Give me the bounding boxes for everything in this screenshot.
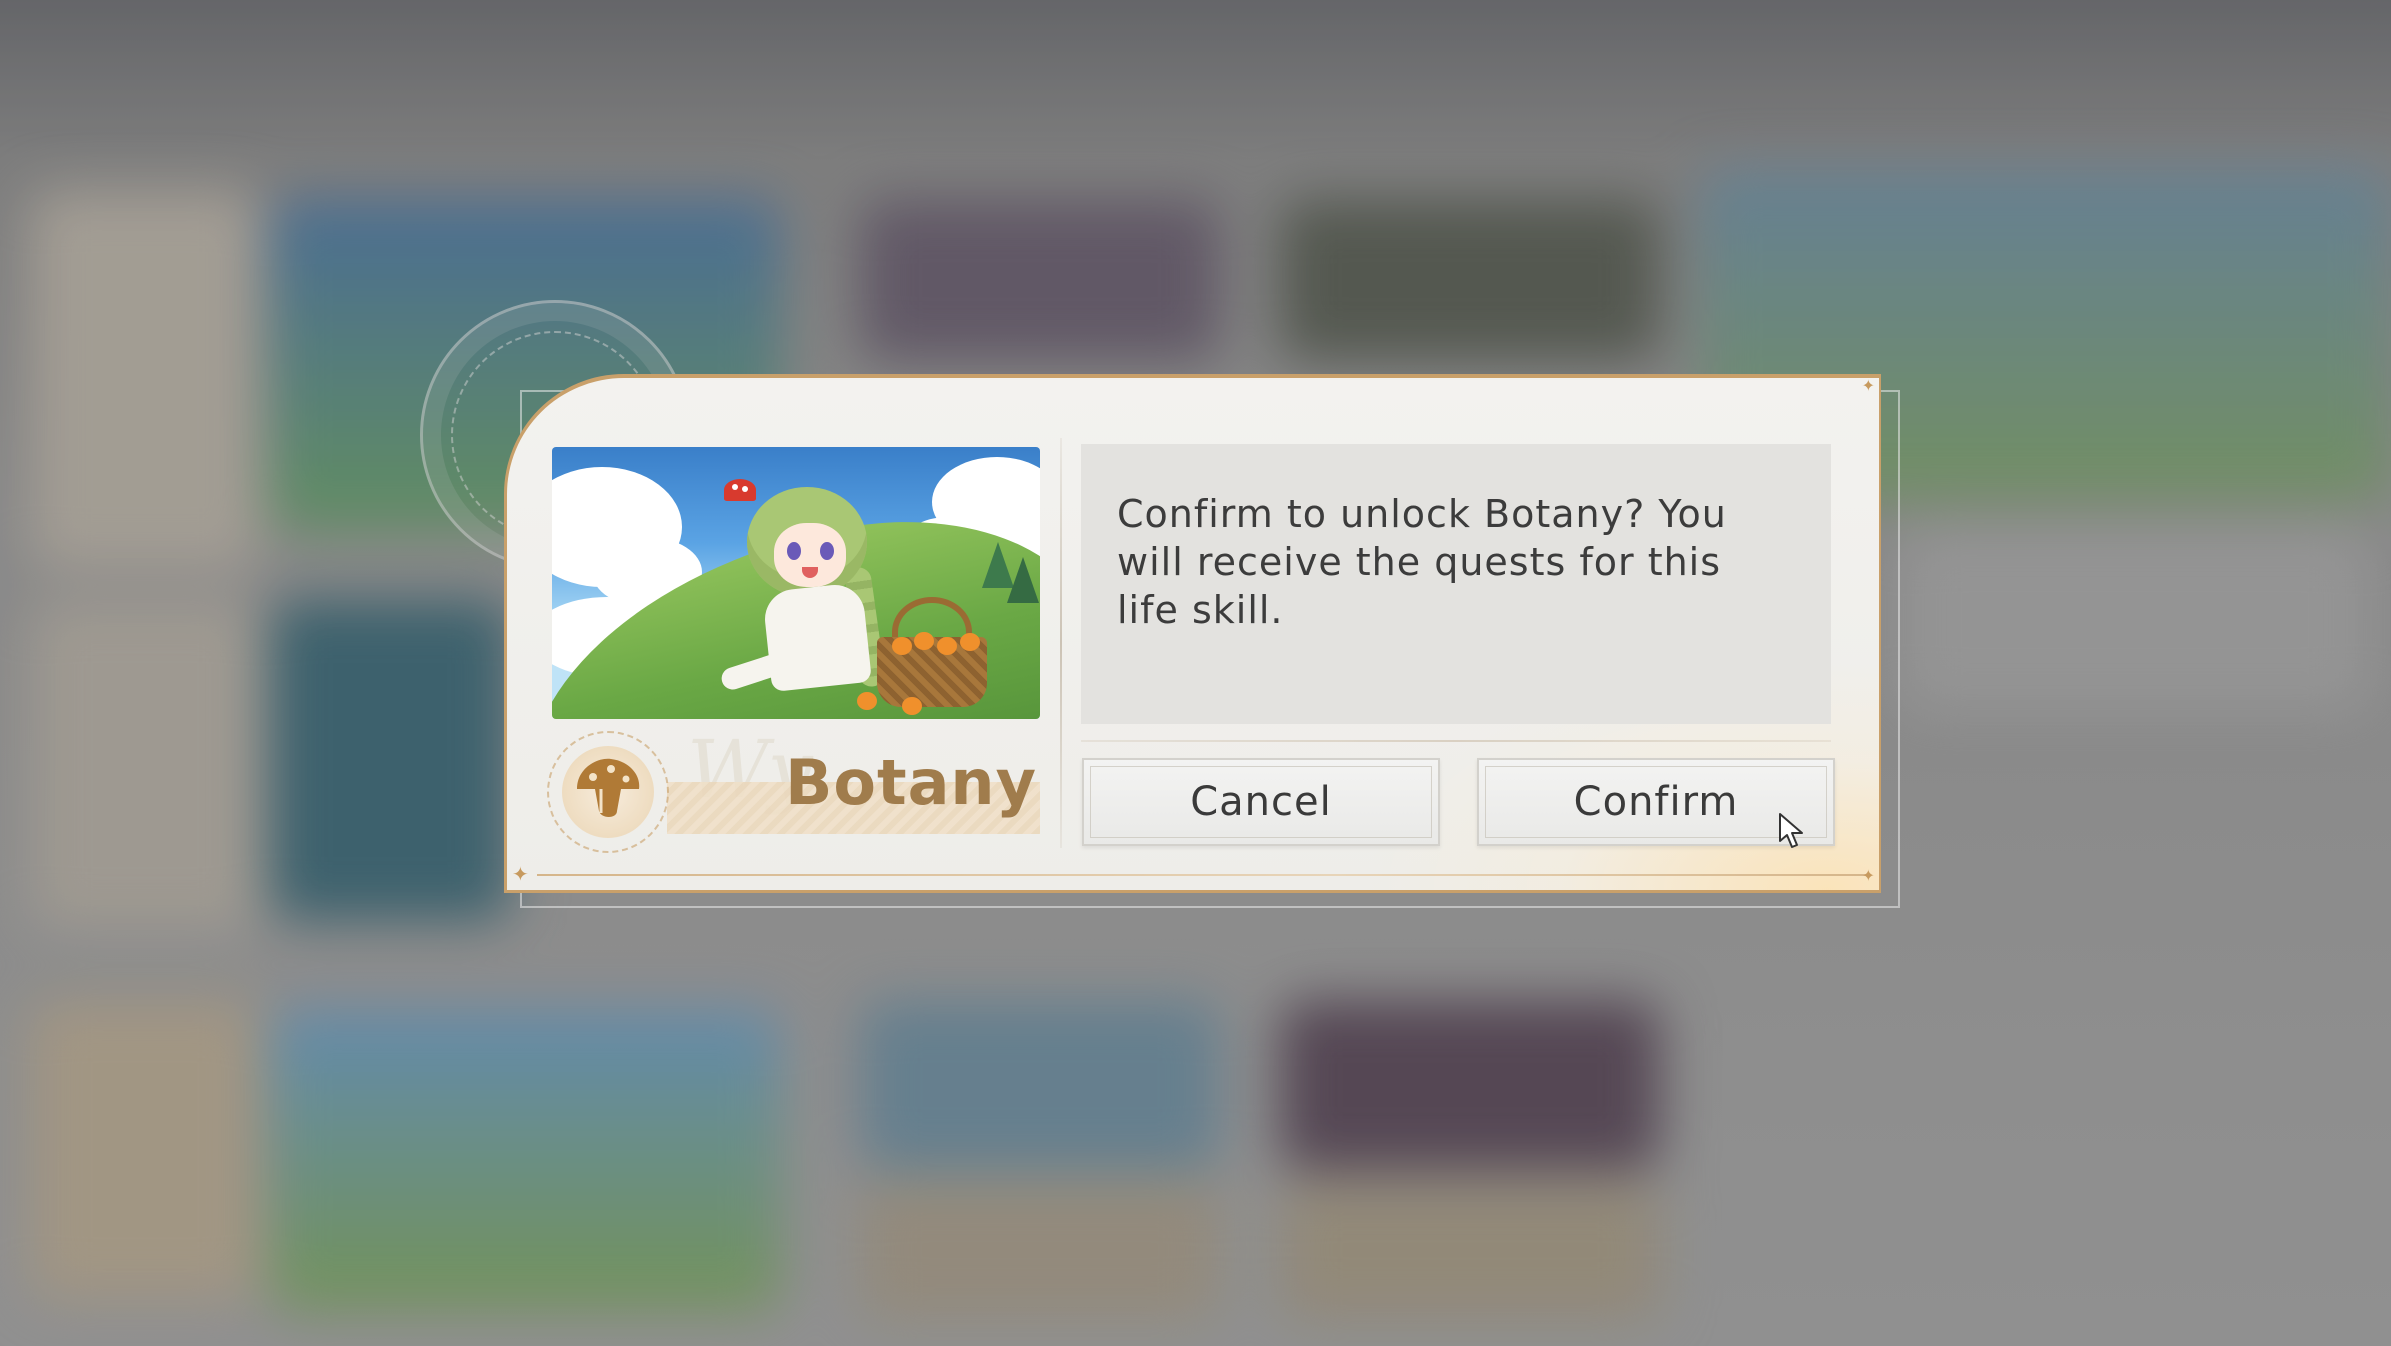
unlock-skill-dialog: ✦ ✦ ✦ Wy Botany Confirm to unlock Botany… xyxy=(504,374,1881,893)
vertical-divider xyxy=(1060,438,1062,848)
separator xyxy=(1081,740,1831,742)
mouse-cursor-icon xyxy=(1777,811,1811,851)
skill-emblem xyxy=(547,731,669,853)
sparkle-icon: ✦ xyxy=(1861,376,1875,395)
sparkle-icon: ✦ xyxy=(1861,866,1875,885)
mushroom-icon xyxy=(571,753,645,831)
cancel-label: Cancel xyxy=(1190,779,1332,825)
skill-name: Botany xyxy=(785,746,1037,819)
cancel-button[interactable]: Cancel xyxy=(1082,758,1440,846)
confirm-label: Confirm xyxy=(1573,779,1739,825)
message-box: Confirm to unlock Botany? You will recei… xyxy=(1081,444,1831,724)
sparkle-icon: ✦ xyxy=(512,862,529,886)
confirm-message: Confirm to unlock Botany? You will recei… xyxy=(1117,492,1727,632)
botany-illustration xyxy=(552,447,1040,719)
dialog-inner-line xyxy=(537,874,1867,876)
